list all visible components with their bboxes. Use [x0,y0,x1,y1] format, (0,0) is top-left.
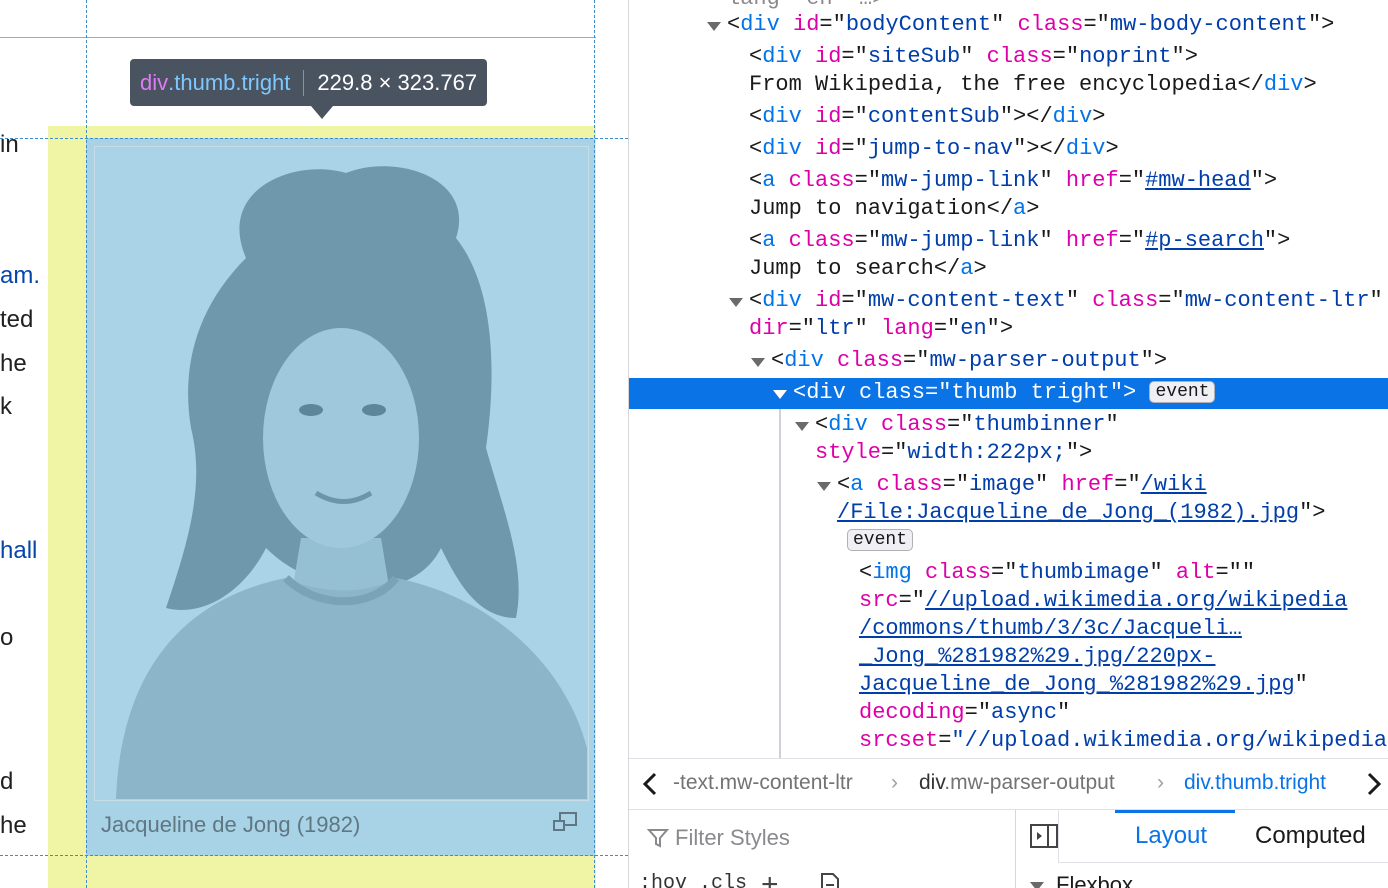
styles-filter-bar: Filter Styles :hov .cls + [629,810,1015,888]
sidebar-toggle-icon[interactable] [1030,824,1058,848]
markup-line[interactable]: From Wikipedia, the free encyclopedia</d… [749,70,1317,100]
tooltip-tag: div [140,69,169,95]
twisty-icon[interactable] [795,422,809,431]
tooltip-classes: .thumb.tright [168,69,291,95]
text-fragment: o [0,624,14,651]
link-fragment[interactable]: am. [0,262,40,290]
markup-line[interactable]: <div id="bodyContent" class="mw-body-con… [727,10,1334,40]
markup-line[interactable]: <img class="thumbimage" alt="" [859,558,1255,588]
markup-line[interactable]: <a class="mw-jump-link" href="#mw-head"> [749,166,1277,196]
pseudo-class-toggle[interactable]: :hov .cls [639,872,747,888]
markup-line[interactable]: Jump to navigation</a> [749,194,1039,224]
tooltip-dimensions: 229.8 × 323.767 [317,69,478,95]
markup-line[interactable]: <div id="jump-to-nav"></div> [749,134,1119,164]
markup-line[interactable]: _Jong_%281982%29.jpg/220px- [859,642,1215,672]
twisty-icon[interactable] [773,390,787,399]
markup-line[interactable]: <div id="siteSub" class="noprint"> [749,42,1198,72]
text-fragment: ted [0,306,34,333]
inspected-page: in am. ted he k hall o d he Jacqueline d… [0,0,628,888]
breadcrumb-item[interactable]: -text.mw-content-ltr [673,771,853,795]
tab-layout[interactable]: Layout [1135,822,1207,850]
markup-line[interactable]: <a class="mw-jump-link" href="#p-search"… [749,226,1290,256]
text-fragment: in [0,131,19,158]
text-fragment: he [0,350,27,377]
tooltip-arrow [311,106,333,119]
document-icon[interactable] [819,872,841,888]
markup-line[interactable]: <div id="mw-content-text" class="mw-cont… [749,286,1383,316]
breadcrumb-item[interactable]: div.mw-parser-output [919,771,1115,795]
breadcrumb: -text.mw-content-ltr › div.mw-parser-out… [629,758,1388,810]
guide-line-bottom [0,855,628,856]
markup-line[interactable]: Jump to search</a> [749,254,987,284]
chevron-right-icon: › [1157,771,1164,794]
breadcrumb-item-active[interactable]: div.thumb.tright [1184,771,1326,795]
flexbox-section-header[interactable]: Flexbox [1056,872,1133,888]
markup-line[interactable]: /File:Jacqueline_de_Jong_(1982).jpg"> [837,498,1325,528]
markup-line[interactable]: style="width:222px;"> [815,438,1092,468]
guide-line-right [594,0,595,888]
devtools-panel: lang="en" …> <div id="bodyContent" class… [628,0,1388,888]
filter-styles-input[interactable]: Filter Styles [675,825,790,851]
heading-rule [0,37,596,38]
text-fragment: he [0,812,27,839]
chevron-right-icon: › [891,771,898,794]
image-caption: Jacqueline de Jong (1982) [101,812,361,837]
markup-line[interactable]: /commons/thumb/3/3c/Jacqueli… [859,614,1242,644]
twisty-icon[interactable] [817,482,831,491]
markup-line[interactable]: src="//upload.wikimedia.org/wikipedia [859,586,1347,616]
guide-line-top [0,138,628,139]
markup-line[interactable]: <div id="contentSub"></div> [749,102,1105,132]
layout-side-panel: Layout Computed Flexbox [1015,810,1388,888]
nesting-guide [779,409,781,758]
element-tooltip: div .thumb.tright 229.8 × 323.767 [130,59,488,106]
markup-line[interactable]: event [847,526,914,556]
markup-line[interactable]: Jacqueline_de_Jong_%281982%29.jpg" [859,670,1308,700]
markup-line-selected[interactable]: <div class="thumb tright"> event [793,378,1216,408]
twisty-icon[interactable] [729,298,743,307]
tab-computed[interactable]: Computed [1255,822,1366,850]
twisty-icon[interactable] [751,358,765,367]
text-fragment: d [0,768,14,795]
chevron-right-icon[interactable] [1361,771,1385,797]
chevron-left-icon[interactable] [639,771,663,797]
twisty-icon[interactable] [1030,882,1044,888]
link-fragment[interactable]: hall [0,537,37,565]
markup-view[interactable]: lang="en" …> <div id="bodyContent" class… [629,0,1388,758]
markup-line[interactable]: <div class="mw-parser-output"> [771,346,1167,376]
markup-line[interactable]: <div class="thumbinner" [815,410,1119,440]
tooltip-separator [303,69,305,96]
markup-line[interactable]: <a class="image" href="/wiki [837,470,1207,500]
markup-line[interactable]: decoding="async" [859,698,1070,728]
markup-line[interactable]: srcset="//upload.wikimedia.org/wikipedia [859,726,1387,756]
guide-line-left [86,0,87,888]
filter-icon [647,829,669,848]
event-badge[interactable]: event [1149,381,1216,404]
markup-line[interactable]: dir="ltr" lang="en"> [749,314,1013,344]
side-panel-tabs: Layout Computed [1058,810,1388,863]
twisty-icon[interactable] [707,22,721,31]
portrait-photo[interactable] [96,148,587,799]
text-fragment: k [0,393,12,420]
event-badge[interactable]: event [847,529,914,552]
active-tab-indicator [1115,810,1235,813]
magnify-icon[interactable] [552,812,578,832]
add-rule-icon[interactable]: + [761,870,779,888]
